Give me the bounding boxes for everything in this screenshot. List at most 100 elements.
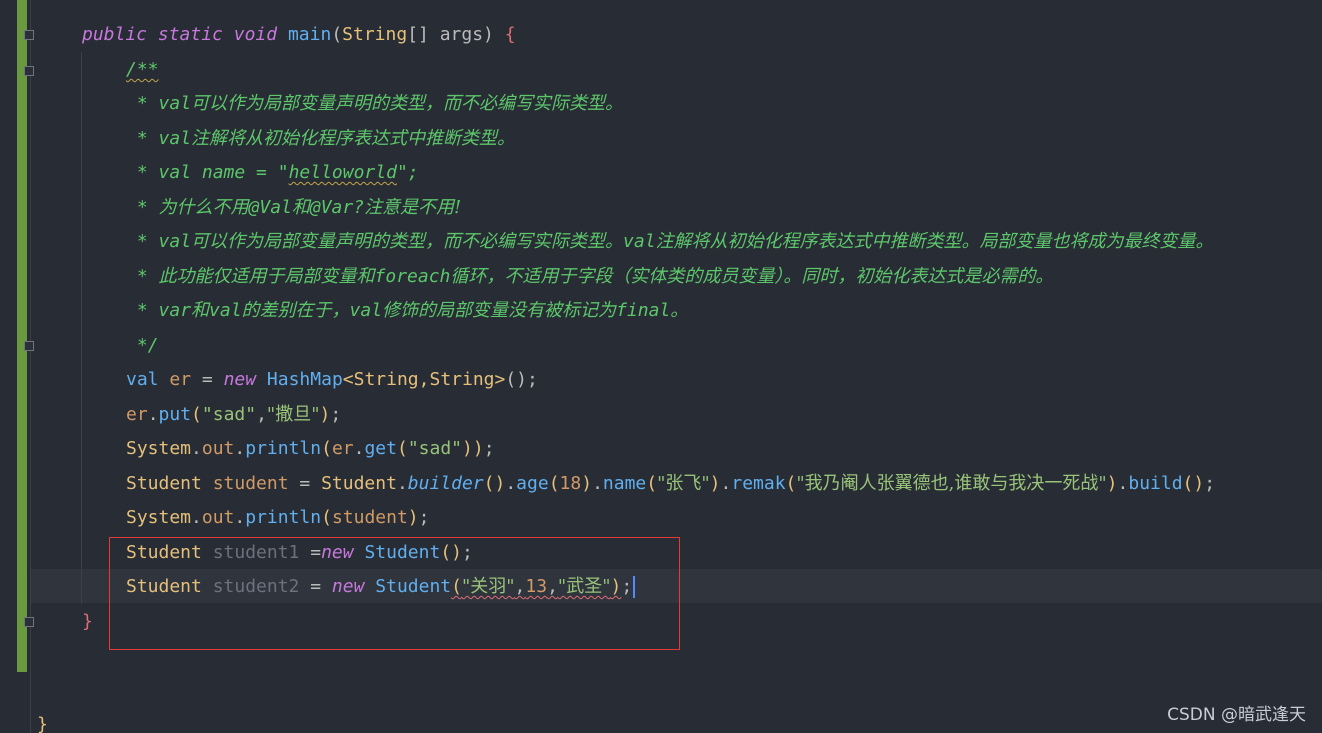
method-name: get <box>364 438 397 459</box>
variable: student <box>331 507 408 528</box>
doc-comment: val <box>623 231 656 252</box>
keyword: val <box>126 369 159 390</box>
number-literal: 18 <box>559 473 582 494</box>
code-line[interactable]: * val name = "helloworld"; <box>126 156 419 190</box>
code-line[interactable]: } <box>82 605 93 639</box>
generic-params: <String,String> <box>342 369 506 390</box>
code-line[interactable]: System.out.println(er.get("sad")); <box>126 432 495 466</box>
field: out <box>201 507 235 528</box>
code-text: , <box>256 404 267 425</box>
string-literal: "张飞" <box>657 473 710 494</box>
doc-comment: */ <box>126 335 159 356</box>
fold-toggle-icon[interactable] <box>24 30 34 40</box>
code-editor[interactable]: public static void main(String[] args) {… <box>0 0 1322 733</box>
method-name: main <box>287 24 332 45</box>
doc-comment: 可以作为局部变量声明的类型，而不必编写实际类型。 <box>191 93 624 114</box>
fold-toggle-icon[interactable] <box>24 66 34 76</box>
doc-comment: * <box>126 300 159 321</box>
doc-comment: val name = <box>158 162 278 183</box>
method-name: build <box>1128 473 1183 494</box>
vcs-change-marker[interactable] <box>17 0 27 672</box>
doc-comment: * <box>126 266 159 287</box>
indent-guide <box>81 52 82 604</box>
doc-comment: * <box>126 162 159 183</box>
variable: er <box>331 438 354 459</box>
code-line[interactable]: * val可以作为局部变量声明的类型，而不必编写实际类型。val注解将从初始化程… <box>126 225 1214 259</box>
doc-comment: 此功能仅适用于局部变量和 <box>158 266 375 287</box>
keyword: new <box>223 369 257 390</box>
type-name: Student <box>126 473 202 494</box>
method-name: put <box>158 404 192 425</box>
doc-comment: 修饰的局部变量没有被标记为 <box>382 300 617 321</box>
doc-comment: 循环，不适用于字段（实体类的成员变量）。同时，初始化表达式是必需的。 <box>450 266 1054 287</box>
operator: = <box>191 369 224 390</box>
type-name: System <box>126 438 192 459</box>
brace: { <box>504 24 516 45</box>
keyword: void <box>233 24 278 45</box>
doc-comment: 注意是不用! <box>364 197 462 218</box>
code-line[interactable]: Student student = Student.builder().age(… <box>126 467 1215 501</box>
type-name: HashMap <box>266 369 343 390</box>
code-line[interactable]: * val可以作为局部变量声明的类型，而不必编写实际类型。 <box>126 87 623 121</box>
code-line[interactable]: System.out.println(student); <box>126 501 429 535</box>
string-literal: "sad" <box>201 404 257 425</box>
code-line[interactable]: * val注解将从初始化程序表达式中推断类型。 <box>126 122 515 156</box>
fold-toggle-icon[interactable] <box>24 341 34 351</box>
code-line[interactable]: val er = new HashMap<String,String>(); <box>126 363 538 397</box>
method-name: name <box>602 473 647 494</box>
doc-comment: helloworld <box>288 162 397 183</box>
field: out <box>201 438 235 459</box>
brace: } <box>82 611 93 632</box>
code-line[interactable]: er.put("sad","撒旦"); <box>126 398 341 432</box>
doc-comment: val <box>158 231 192 252</box>
method-name: age <box>516 473 549 494</box>
doc-comment: * <box>126 231 159 252</box>
doc-comment: /** <box>126 59 159 80</box>
code-line[interactable]: } <box>37 708 48 733</box>
code-line[interactable]: /** <box>126 53 159 87</box>
brace: } <box>37 714 48 733</box>
doc-comment: 注解将从初始化程序表达式中推断类型。局部变量也将成为最终变量。 <box>655 231 1214 252</box>
doc-comment: val <box>349 300 383 321</box>
doc-comment: 可以作为局部变量声明的类型，而不必编写实际类型。 <box>191 231 624 252</box>
keyword: static <box>157 24 223 45</box>
watermark: CSDN @暗武逢天 <box>1167 705 1306 725</box>
code-line[interactable]: */ <box>126 329 159 363</box>
doc-comment: * <box>126 197 159 218</box>
doc-comment: final <box>616 300 671 321</box>
code-text: [] args) <box>407 24 494 45</box>
doc-comment: val <box>158 128 192 149</box>
doc-comment: 和 <box>191 300 210 321</box>
method-name: println <box>245 438 322 459</box>
string-literal: "撒旦" <box>266 404 320 425</box>
type-name: String <box>342 24 408 45</box>
method-name: remak <box>731 473 786 494</box>
code-line[interactable]: * 此功能仅适用于局部变量和foreach循环，不适用于字段（实体类的成员变量）… <box>126 260 1054 294</box>
annotation-highlight-box <box>109 537 680 650</box>
doc-comment: foreach <box>374 266 451 287</box>
keyword: public <box>82 24 148 45</box>
type-name: Student <box>321 473 397 494</box>
doc-comment: var <box>158 300 192 321</box>
doc-comment: @Var? <box>309 197 365 218</box>
doc-comment: @Val <box>248 197 292 218</box>
doc-comment: 的差别在于， <box>241 300 350 321</box>
variable: er <box>126 404 148 425</box>
code-line[interactable]: * var和val的差别在于，val修饰的局部变量没有被标记为final。 <box>126 294 688 328</box>
method-name: println <box>245 507 322 528</box>
string-literal: "我乃阉人张翼德也,谁敢与我决一死战" <box>796 473 1107 494</box>
doc-comment: val <box>158 93 192 114</box>
code-line[interactable]: public static void main(String[] args) { <box>82 18 516 52</box>
doc-comment: * <box>126 93 159 114</box>
fold-toggle-icon[interactable] <box>24 617 34 627</box>
doc-comment: 。 <box>670 300 689 321</box>
doc-comment: " <box>277 162 289 183</box>
code-text: (); <box>505 369 538 390</box>
code-line[interactable]: * 为什么不用@Val和@Var?注意是不用! <box>126 191 461 225</box>
doc-comment: val <box>209 300 242 321</box>
doc-comment: 和 <box>291 197 310 218</box>
doc-comment: 注解将从初始化程序表达式中推断类型。 <box>191 128 516 149</box>
doc-comment: * <box>126 128 159 149</box>
doc-comment: "; <box>396 162 419 183</box>
variable: er <box>169 369 192 390</box>
